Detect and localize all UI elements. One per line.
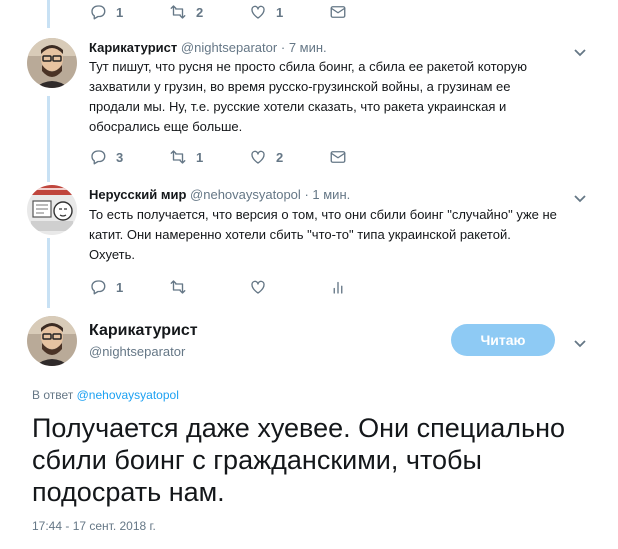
tweet-text-line: продали мы. Ну, т.е. русские хотели сказ…	[89, 99, 507, 114]
reply-prefix: В ответ	[32, 388, 74, 402]
tweet-header: Нерусский мир @nehovaysyatopol · 1 мин.	[89, 187, 350, 202]
username[interactable]: @nehovaysyatopol	[190, 187, 301, 202]
like-button[interactable]: 1	[249, 2, 329, 22]
main-tweet-line: сбили боинг с гражданскими, чтобы	[32, 445, 482, 475]
retweet-icon	[170, 150, 186, 164]
tweet-text-line: обосрались еще больше.	[89, 119, 243, 134]
reply-icon	[91, 150, 106, 165]
thread-line	[47, 0, 50, 28]
tweet-menu-button[interactable]	[573, 191, 587, 203]
display-name[interactable]: Карикатурист	[89, 40, 177, 55]
retweet-count: 1	[196, 149, 204, 165]
tweet-text-line: Тут пишут, что русня не просто сбила бои…	[89, 59, 527, 74]
retweet-button[interactable]: 1	[169, 147, 249, 167]
avatar[interactable]	[27, 185, 77, 235]
reply-count: 3	[116, 149, 124, 165]
like-button[interactable]	[249, 277, 329, 297]
thread-line	[47, 238, 50, 308]
like-icon	[251, 280, 265, 294]
like-button[interactable]: 2	[249, 147, 329, 167]
avatar[interactable]	[27, 38, 77, 88]
retweet-icon	[170, 5, 186, 19]
tweet-text: Тут пишут, что русня не просто сбила бои…	[89, 57, 589, 137]
tweet-timestamp[interactable]: 17:44 - 17 сент. 2018 г.	[32, 519, 156, 533]
tweet-text: То есть получается, что версия о том, чт…	[89, 205, 589, 265]
reply-count: 1	[116, 4, 124, 20]
reply-to-link[interactable]: @nehovaysyatopol	[77, 388, 179, 402]
avatar[interactable]	[27, 316, 77, 366]
tweet-actions: 1 2 1	[89, 2, 409, 22]
message-icon	[330, 151, 346, 163]
main-tweet-text: Получается даже хуевее. Они специально с…	[32, 412, 592, 508]
follow-button[interactable]: Читаю	[451, 324, 555, 356]
tweet-text-line: Охуеть.	[89, 247, 135, 262]
tweet-menu-button[interactable]	[573, 45, 587, 57]
separator-dot: ·	[280, 40, 286, 55]
like-icon	[251, 5, 265, 19]
reply-count: 1	[116, 279, 124, 295]
thread-line	[47, 96, 50, 182]
username[interactable]: @nightseparator	[181, 40, 277, 55]
main-username[interactable]: @nightseparator	[89, 344, 185, 359]
tweet-actions: 1	[89, 277, 409, 297]
tweet-header: Карикатурист @nightseparator · 7 мин.	[89, 40, 327, 55]
reply-button[interactable]: 1	[89, 2, 169, 22]
reply-button[interactable]: 1	[89, 277, 169, 297]
display-name[interactable]: Нерусский мир	[89, 187, 186, 202]
reply-button[interactable]: 3	[89, 147, 169, 167]
main-tweet-line: Получается даже хуевее. Они специально	[32, 413, 566, 443]
tweet-time[interactable]: 1 мин.	[312, 187, 350, 202]
like-count: 1	[276, 4, 284, 20]
retweet-icon	[170, 280, 186, 294]
retweet-button[interactable]	[169, 277, 249, 297]
chevron-down-icon	[574, 195, 586, 203]
reply-icon	[91, 280, 106, 295]
tweet-time[interactable]: 7 мин.	[289, 40, 327, 55]
main-display-name[interactable]: Карикатурист	[89, 322, 198, 340]
tweet-actions: 3 1 2	[89, 147, 409, 167]
reply-context: В ответ @nehovaysyatopol	[32, 388, 179, 402]
analytics-icon	[333, 281, 343, 294]
tweet-text-line: захватили у грузин, во время русско-груз…	[89, 79, 511, 94]
main-tweet-line: подосрать нам.	[32, 477, 225, 507]
tweet-text-line: катит. Они намеренно хотели сбить "что-т…	[89, 227, 511, 242]
tweet-menu-button[interactable]	[573, 336, 587, 348]
message-button[interactable]	[329, 147, 409, 167]
message-button[interactable]	[329, 2, 409, 22]
chevron-down-icon	[574, 340, 586, 348]
retweet-button[interactable]: 2	[169, 2, 249, 22]
like-icon	[251, 150, 265, 164]
tweet-text-line: То есть получается, что версия о том, чт…	[89, 207, 557, 222]
retweet-count: 2	[196, 4, 204, 20]
like-count: 2	[276, 149, 284, 165]
separator-dot: ·	[304, 187, 309, 202]
analytics-button[interactable]	[329, 277, 409, 297]
reply-icon	[91, 5, 106, 20]
message-icon	[330, 6, 346, 18]
